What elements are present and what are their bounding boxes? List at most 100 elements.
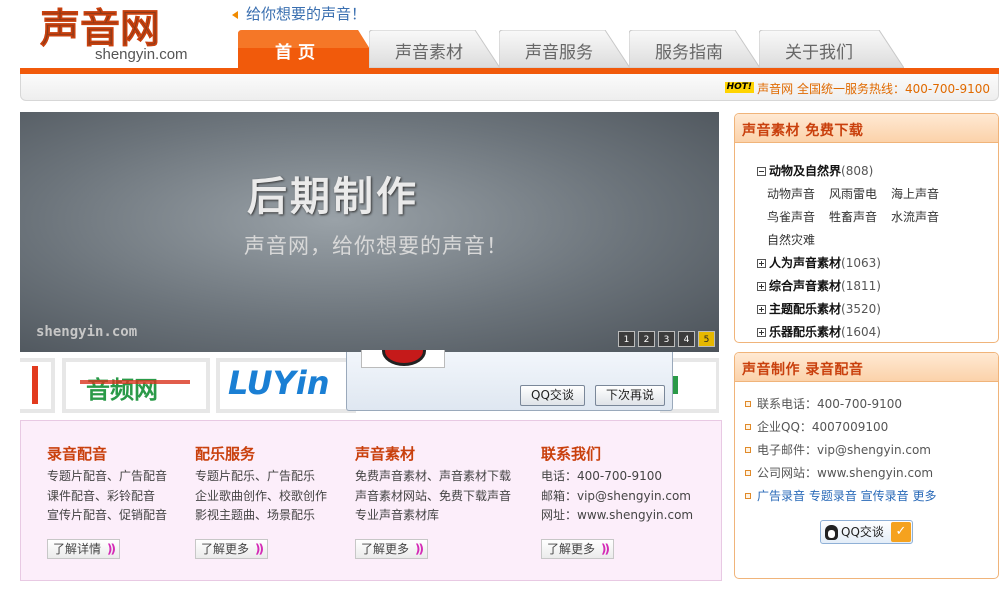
contact-text: 企业QQ：4007009100 [757,420,889,434]
expand-icon[interactable] [757,328,766,337]
tree-item-count: (3520) [841,302,881,316]
tree-item-label: 动物及自然界 [769,164,842,178]
banner-title: 后期制作 [247,174,419,220]
contact-phone: 联系电话：400-700-9100 [745,395,936,418]
tab-guide-label: 服务指南 [655,43,723,63]
service-links-text[interactable]: 广告录音 专题录音 宣传录音 更多 [757,489,936,503]
slogan-text: 给你想要的声音！ [246,5,367,23]
partner-logo-audio-text: 音频网 [86,375,158,404]
tree-item-label: 乐器配乐素材 [769,325,842,339]
service-line[interactable]: 专业声音素材库 [355,506,511,526]
checkmark-icon: ✓ [891,522,911,542]
double-arrow-icon: )) [255,542,264,556]
partner-logo-audio-wave-icon [80,380,190,384]
tab-materials-label: 声音素材 [395,43,463,63]
expand-icon[interactable] [757,305,766,314]
contact-list: 联系电话：400-700-9100 企业QQ：4007009100 电子邮件：v… [745,395,936,510]
bullet-icon [745,493,751,499]
banner-slideshow[interactable]: 后期制作 声音网，给你想要的声音！ shengyin.com 1 2 3 4 5 [20,112,719,352]
pager-button-2[interactable]: 2 [638,331,655,347]
tree-item[interactable]: 人为声音素材(1063) [757,254,987,277]
tree-subitem[interactable]: 自然灾难 [767,231,827,254]
tree-subitems: 动物声音 风雨雷电 海上声音 鸟雀声音 牲畜声音 水流声音 自然灾难 [767,185,957,254]
tree-subitem[interactable]: 风雨雷电 [829,185,889,208]
tab-home[interactable]: 首页 [238,30,383,70]
contact-email[interactable]: 电子邮件：vip@shengyin.com [745,441,936,464]
button-label: 了解更多 [361,542,410,556]
learn-more-button[interactable]: 了解更多)) [541,539,615,559]
bullet-icon [745,424,751,430]
tree-item-label: 综合声音素材 [769,279,842,293]
logo-url: shengyin.com [95,46,188,63]
logo-text: 声音网 [40,5,160,50]
bullet-icon [745,447,751,453]
qq-chat-button[interactable]: QQ交谈 [520,385,585,406]
double-arrow-icon: )) [601,542,610,556]
hot-badge: HOT! [724,82,754,93]
tree-item[interactable]: 主题配乐素材(3520) [757,300,987,323]
production-panel: 声音制作 录音配音 联系电话：400-700-9100 企业QQ：4007009… [734,352,999,579]
service-links[interactable]: 广告录音 专题录音 宣传录音 更多 [745,487,936,510]
partner-logo[interactable] [20,358,55,413]
service-line[interactable]: 网址：www.shengyin.com [541,506,693,526]
partner-logo-luyin[interactable]: LUYin [216,358,356,413]
tree-item[interactable]: 综合声音素材(1811) [757,277,987,300]
tab-guide[interactable]: 服务指南 [629,30,774,70]
learn-more-button[interactable]: 了解更多)) [355,539,429,559]
pager-button-1[interactable]: 1 [618,331,635,347]
service-line[interactable]: 影视主题曲、场景配乐 [195,506,327,526]
services-box: 录音配音 专题片配音、广告配音 课件配音、彩铃配音 宣传片配音、促销配音 配乐服… [20,420,722,581]
qq-avatar [361,350,445,368]
qq-later-button[interactable]: 下次再说 [595,385,666,406]
pager-button-4[interactable]: 4 [678,331,695,347]
learn-details-button[interactable]: 了解详情)) [47,539,121,559]
materials-panel-heading: 声音素材 免费下载 [735,114,998,143]
tab-services[interactable]: 声音服务 [499,30,644,70]
service-col-music: 配乐服务 专题片配乐、广告配乐 企业歌曲创作、校歌创作 影视主题曲、场景配乐 [195,443,327,526]
contact-website[interactable]: 公司网站：www.shengyin.com [745,464,936,487]
contact-qq: 企业QQ：4007009100 [745,418,936,441]
site-logo[interactable]: 声音网 shengyin.com [40,2,200,64]
service-line[interactable]: 声音素材网站、免费下载声音 [355,487,511,507]
service-line[interactable]: 专题片配乐、广告配乐 [195,467,327,487]
service-title[interactable]: 录音配音 [47,443,167,464]
service-line[interactable]: 宣传片配音、促销配音 [47,506,167,526]
qq-chat-sidebar-button[interactable]: QQ交谈 ✓ [820,520,913,544]
bullet-icon [745,401,751,407]
service-title[interactable]: 声音素材 [355,443,511,464]
tree-item-expanded[interactable]: 动物及自然界(808) [757,162,987,185]
service-line[interactable]: 专题片配音、广告配音 [47,467,167,487]
qq-penguin-icon [825,525,838,540]
tree-subitem[interactable]: 水流声音 [891,208,951,231]
collapse-icon[interactable] [757,167,766,176]
button-label: 了解详情 [53,542,102,556]
pager-button-5[interactable]: 5 [698,331,715,347]
learn-more-button[interactable]: 了解更多)) [195,539,269,559]
tab-services-label: 声音服务 [525,43,593,63]
tree-subitem[interactable]: 动物声音 [767,185,827,208]
tab-materials[interactable]: 声音素材 [369,30,514,70]
service-col-contact: 联系我们 电话：400-700-9100 邮箱：vip@shengyin.com… [541,443,693,526]
expand-icon[interactable] [757,259,766,268]
service-line[interactable]: 企业歌曲创作、校歌创作 [195,487,327,507]
tree-subitem[interactable]: 海上声音 [891,185,951,208]
tree-subitem[interactable]: 鸟雀声音 [767,208,827,231]
service-line[interactable]: 邮箱：vip@shengyin.com [541,487,693,507]
tree-item[interactable]: 乐器配乐素材(1604) [757,323,987,342]
qq-chat-popup: QQ交谈 下次再说 [346,350,673,411]
service-title[interactable]: 配乐服务 [195,443,327,464]
tab-about[interactable]: 关于我们 [759,30,904,70]
expand-icon[interactable] [757,282,766,291]
tree-item-label: 主题配乐素材 [769,302,842,316]
slogan-arrow-icon [232,10,238,19]
button-label: 了解更多 [547,542,596,556]
tab-about-label: 关于我们 [785,43,853,63]
service-line[interactable]: 课件配音、彩铃配音 [47,487,167,507]
materials-panel: 声音素材 免费下载 动物及自然界(808) 动物声音 风雨雷电 海上声音 鸟雀声… [734,113,999,343]
logo-mark-icon: 声音网 [40,5,160,50]
tree-subitem[interactable]: 牲畜声音 [829,208,889,231]
pager-button-3[interactable]: 3 [658,331,675,347]
service-line[interactable]: 免费声音素材、声音素材下载 [355,467,511,487]
tree-item-count: (1604) [841,325,881,339]
partner-logo-audio[interactable]: 音频网 [62,358,210,413]
